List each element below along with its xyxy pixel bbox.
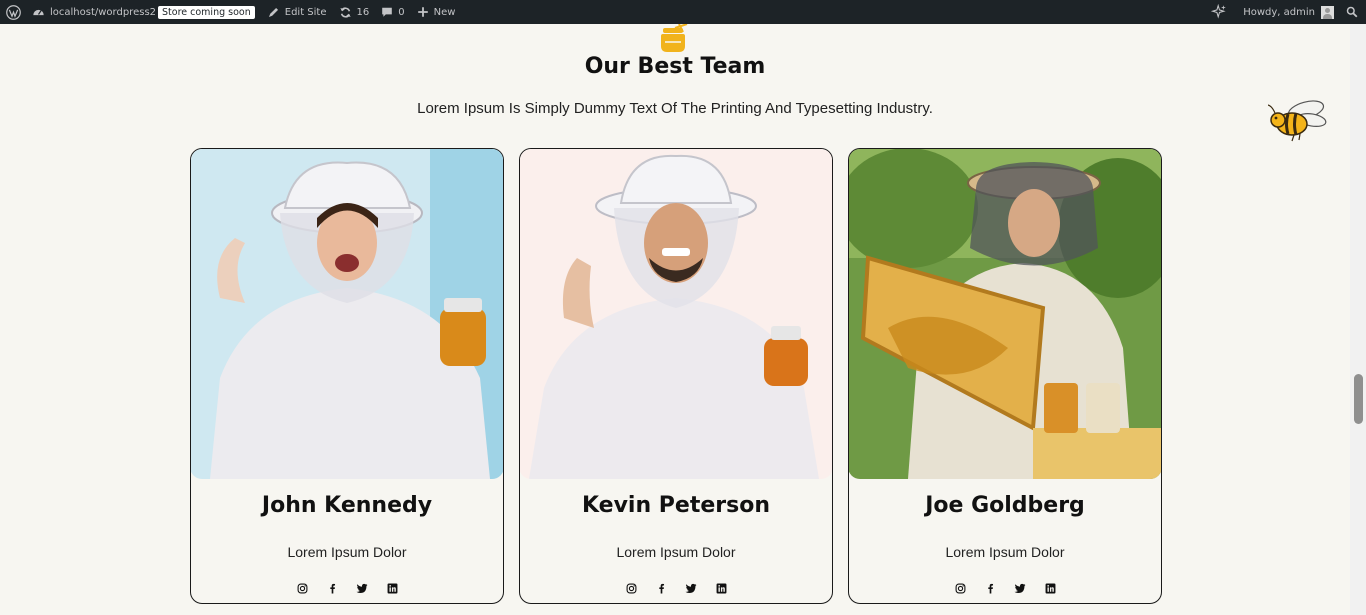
comment-icon: [382, 7, 393, 17]
comments-link[interactable]: 0: [375, 0, 410, 24]
team-member-name: Joe Goldberg: [925, 493, 1085, 518]
team-card: Joe Goldberg Lorem Ipsum Dolor: [848, 148, 1162, 604]
section-title: Our Best Team: [584, 54, 766, 79]
twitter-icon: [1014, 583, 1026, 593]
scrollbar-thumb[interactable]: [1354, 374, 1363, 424]
instagram-link[interactable]: [295, 581, 309, 595]
wp-admin-bar: localhost/wordpress2 Store coming soon E…: [0, 0, 1366, 24]
team-member-name: Kevin Peterson: [582, 493, 770, 518]
twitter-icon: [356, 583, 368, 593]
instagram-link[interactable]: [953, 581, 967, 595]
instagram-icon: [626, 583, 636, 593]
new-label: New: [433, 6, 456, 18]
team-card: John Kennedy Lorem Ipsum Dolor: [190, 148, 504, 604]
linkedin-link[interactable]: [385, 581, 399, 595]
page-content: Our Best Team Lorem Ipsum Is Simply Dumm…: [0, 24, 1350, 615]
plus-icon: [417, 7, 428, 17]
social-links: [849, 581, 1161, 595]
comments-count: 0: [398, 6, 405, 18]
avatar: [1321, 5, 1334, 19]
twitter-link[interactable]: [684, 581, 698, 595]
new-content-link[interactable]: New: [411, 0, 462, 24]
facebook-icon: [658, 583, 664, 593]
team-member-role: Lorem Ipsum Dolor: [287, 544, 407, 560]
wordpress-logo-icon: [5, 4, 21, 20]
updates-link[interactable]: 16: [333, 0, 376, 24]
admin-bar-right: Howdy, admin: [1205, 0, 1366, 24]
site-name-link[interactable]: localhost/wordpress2 Store coming soon: [26, 0, 261, 24]
team-member-role: Lorem Ipsum Dolor: [945, 544, 1065, 560]
team-member-photo: [520, 149, 832, 479]
edit-site-link[interactable]: Edit Site: [261, 0, 333, 24]
dashboard-icon: [33, 9, 44, 15]
facebook-icon: [987, 583, 993, 593]
facebook-link[interactable]: [654, 581, 668, 595]
facebook-link[interactable]: [325, 581, 339, 595]
search-icon: [1346, 6, 1358, 18]
edit-icon: [268, 7, 278, 17]
updates-count: 16: [356, 6, 370, 18]
linkedin-link[interactable]: [714, 581, 728, 595]
scrollbar-track[interactable]: [1350, 24, 1366, 615]
edit-site-label: Edit Site: [284, 6, 327, 18]
team-card: Kevin Peterson Lorem Ipsum Dolor: [519, 148, 833, 604]
facebook-link[interactable]: [983, 581, 997, 595]
honey-pot-icon: [661, 24, 688, 52]
team-member-name: John Kennedy: [261, 493, 433, 518]
store-coming-soon-badge[interactable]: Store coming soon: [158, 5, 255, 19]
site-name: localhost/wordpress2: [50, 6, 157, 18]
instagram-link[interactable]: [624, 581, 638, 595]
wordpress-logo-button[interactable]: [0, 0, 26, 24]
instagram-icon: [297, 583, 307, 593]
instagram-icon: [955, 583, 965, 593]
linkedin-icon: [716, 583, 726, 593]
sparkle-icon: [1211, 4, 1227, 19]
updates-icon: [339, 6, 351, 18]
linkedin-icon: [387, 583, 397, 593]
section-subtitle: Lorem Ipsum Is Simply Dummy Text Of The …: [417, 100, 933, 117]
facebook-icon: [329, 583, 335, 593]
team-member-photo: [191, 149, 503, 479]
admin-search-button[interactable]: [1340, 0, 1366, 24]
twitter-link[interactable]: [1013, 581, 1027, 595]
team-member-photo: [849, 149, 1161, 479]
howdy-label: Howdy, admin: [1243, 6, 1315, 18]
linkedin-icon: [1045, 583, 1055, 593]
twitter-icon: [685, 583, 697, 593]
ai-assistant-button[interactable]: [1205, 0, 1237, 24]
team-member-role: Lorem Ipsum Dolor: [616, 544, 736, 560]
my-account-link[interactable]: Howdy, admin: [1237, 0, 1340, 24]
linkedin-link[interactable]: [1043, 581, 1057, 595]
social-links: [191, 581, 503, 595]
social-links: [520, 581, 832, 595]
twitter-link[interactable]: [355, 581, 369, 595]
